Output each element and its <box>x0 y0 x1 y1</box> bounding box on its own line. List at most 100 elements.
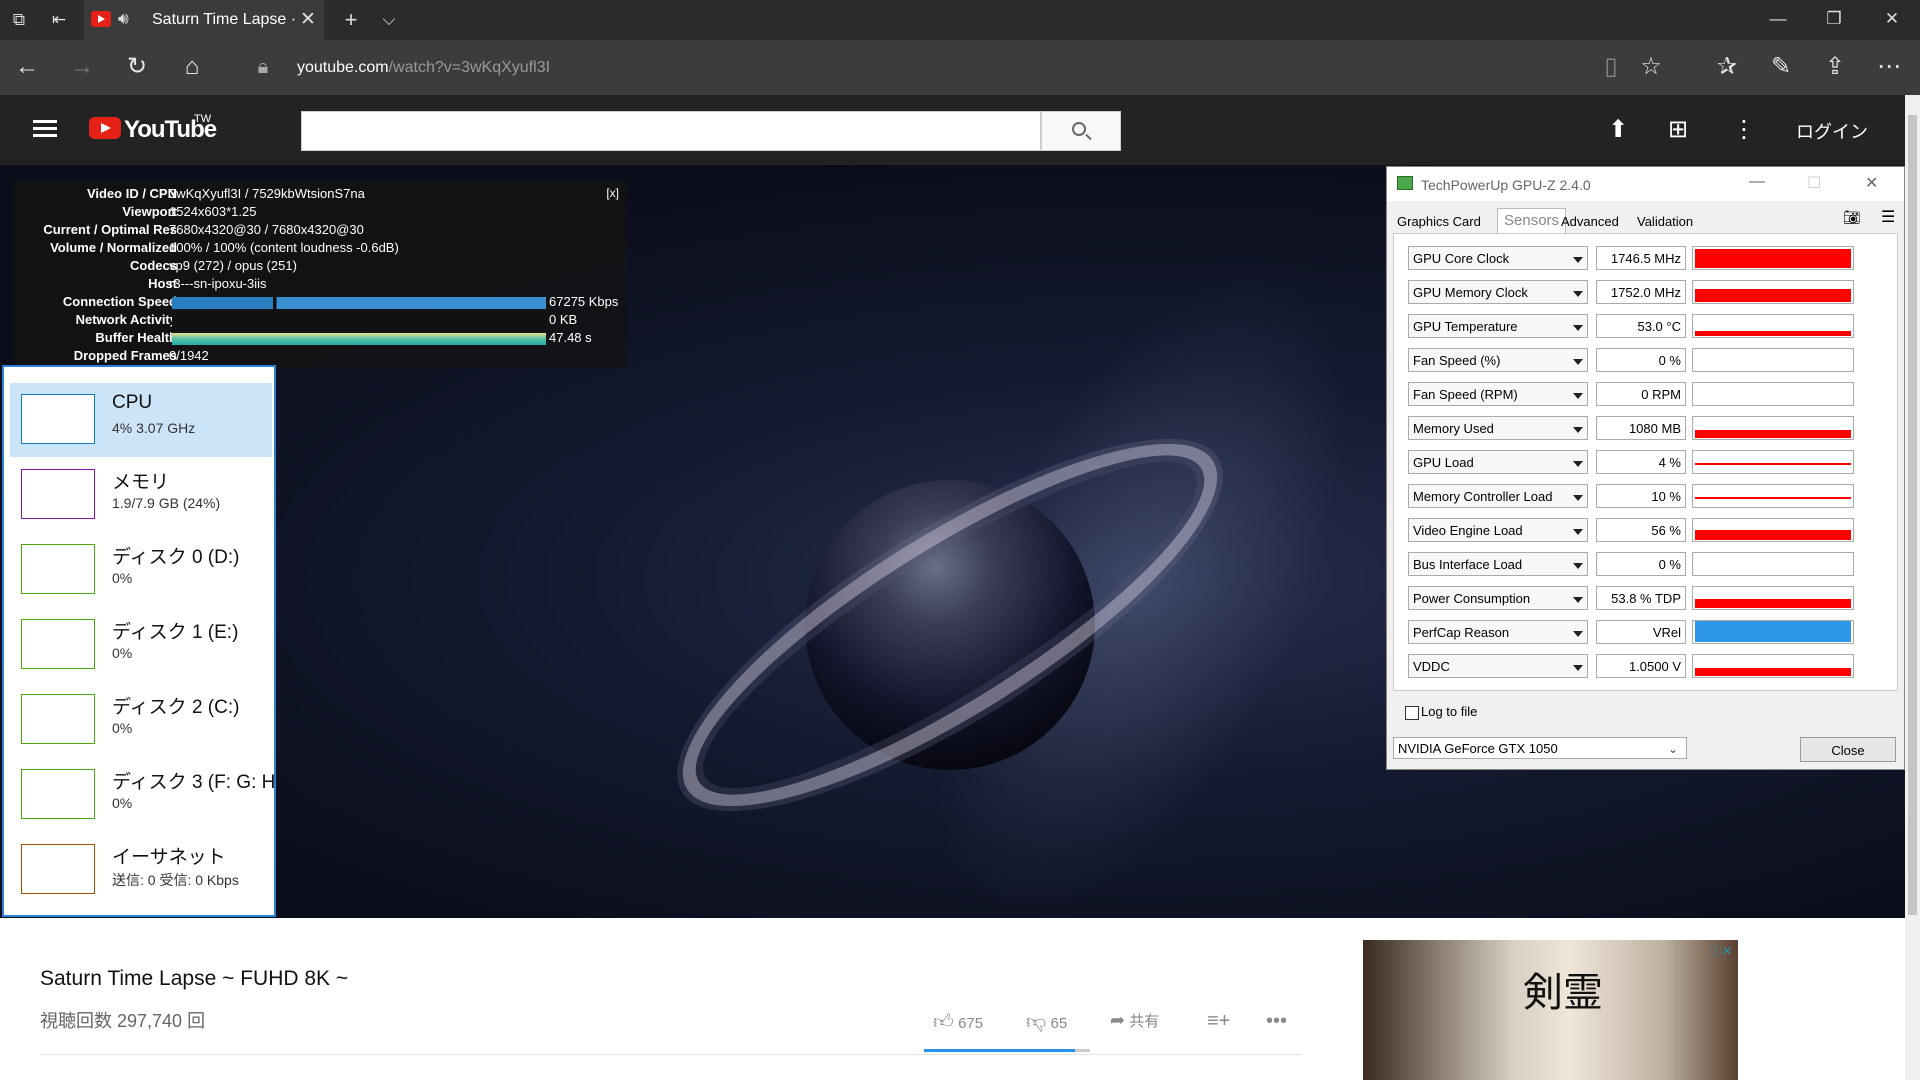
log-to-file-checkbox[interactable]: Log to file <box>1405 704 1477 720</box>
sensor-name-dropdown[interactable]: GPU Memory Clock <box>1408 280 1588 304</box>
minimize-icon[interactable]: — <box>1766 9 1790 29</box>
stats-value: 47.48 s <box>549 330 592 345</box>
apps-grid-icon[interactable]: ⊞ <box>1668 115 1688 144</box>
gpuz-app-icon <box>1397 176 1413 190</box>
stats-key: Current / Optimal Res <box>43 222 177 237</box>
sensor-value: 56 % <box>1596 518 1686 542</box>
video-title: Saturn Time Lapse ~ FUHD 8K ~ <box>40 967 349 990</box>
new-tab-icon[interactable]: + <box>340 9 362 31</box>
share-icon[interactable]: ⇪ <box>1820 52 1850 82</box>
sensor-name-dropdown[interactable]: Fan Speed (RPM) <box>1408 382 1588 406</box>
settings-kebab-icon[interactable]: ⋮ <box>1732 115 1756 144</box>
sensor-row: VDDC 1.0500 V <box>1408 654 1878 680</box>
back-arrow-icon[interactable]: ← <box>12 52 42 82</box>
gpu-selector[interactable]: NVIDIA GeForce GTX 1050 ⌄ <box>1393 737 1687 759</box>
sensor-name-dropdown[interactable]: Memory Used <box>1408 416 1588 440</box>
browser-nav-bar: ← → ↻ ⌂ 🔒︎ youtube.com/watch?v=3wKqXyufl… <box>0 40 1920 95</box>
perf-item-name: イーサネット <box>112 847 226 868</box>
restore-icon[interactable]: ❐ <box>1822 9 1846 29</box>
address-bar[interactable]: youtube.com/watch?v=3wKqXyufl3I <box>297 59 550 77</box>
sensor-name-dropdown[interactable]: VDDC <box>1408 654 1588 678</box>
sensor-row: Video Engine Load 56 % <box>1408 518 1878 544</box>
login-button[interactable]: ログイン <box>1796 118 1868 144</box>
perf-list-item[interactable]: ディスク 0 (D:) 0% <box>10 533 272 607</box>
sensor-name-dropdown[interactable]: Power Consumption <box>1408 586 1588 610</box>
dropdown-arrow-icon <box>1573 529 1583 535</box>
perf-list-item[interactable]: ディスク 3 (F: G: H:) 0% <box>10 758 287 832</box>
gpuz-menu-icon[interactable]: ☰ <box>1881 207 1895 227</box>
gpuz-close-button[interactable]: Close <box>1800 737 1896 762</box>
dropdown-arrow-icon <box>1573 325 1583 331</box>
sensor-name-dropdown[interactable]: GPU Temperature <box>1408 314 1588 338</box>
forward-arrow-icon[interactable]: → <box>67 52 97 82</box>
sensor-name: GPU Memory Clock <box>1413 285 1528 300</box>
sensor-name: GPU Temperature <box>1413 319 1518 334</box>
ad-choices-icon[interactable]: ⓘ✕ <box>1710 942 1732 959</box>
window-close-icon[interactable]: ✕ <box>1880 9 1904 29</box>
page-scrollbar[interactable] <box>1905 95 1920 1080</box>
sensor-graph-fill <box>1695 463 1851 465</box>
perf-list-item[interactable]: ディスク 2 (C:) 0% <box>10 683 272 757</box>
reading-view-icon[interactable]: ▯ <box>1596 52 1626 82</box>
sensor-graph <box>1692 518 1854 542</box>
gpuz-close-icon[interactable]: ✕ <box>1865 173 1878 193</box>
favorite-star-icon[interactable]: ☆ <box>1636 52 1666 82</box>
perf-list-item[interactable]: CPU 4% 3.07 GHz <box>10 383 272 457</box>
perf-item-name: メモリ <box>112 472 170 493</box>
checkbox-box[interactable] <box>1405 705 1419 720</box>
hamburger-menu-icon[interactable] <box>33 120 57 138</box>
stats-value: 7680x4320@30 / 7680x4320@30 <box>169 222 364 237</box>
sensor-value: 1.0500 V <box>1596 654 1686 678</box>
stats-value: 3wKqXyufl3I / 7529kbWtsionS7na <box>169 186 365 201</box>
add-to-playlist-icon[interactable]: ≡+ <box>1207 1010 1230 1033</box>
gpuz-maximize-icon[interactable]: ☐ <box>1807 173 1821 193</box>
sensor-name-dropdown[interactable]: GPU Load <box>1408 450 1588 474</box>
favorites-list-icon[interactable]: ✰ <box>1712 52 1742 82</box>
stats-row: Viewport 1524x603*1.25 <box>14 204 627 221</box>
dropdown-arrow-icon <box>1573 291 1583 297</box>
search-input[interactable] <box>301 111 1041 151</box>
sensor-name-dropdown[interactable]: PerfCap Reason <box>1408 620 1588 644</box>
upload-icon[interactable]: ⬆ <box>1608 115 1628 144</box>
tab-advanced[interactable]: Advanced <box>1555 211 1625 233</box>
tab-graphics-card[interactable]: Graphics Card <box>1391 211 1487 233</box>
like-ratio-fill <box>924 1049 1076 1052</box>
refresh-icon[interactable]: ↻ <box>122 52 152 82</box>
browser-title-bar: ⧉ ⇤ 🔊︎ Saturn Time Lapse · ✕ + ⌵ — ❐ ✕ <box>0 0 1920 40</box>
youtube-favicon-icon <box>91 11 111 27</box>
perf-list-item[interactable]: メモリ 1.9/7.9 GB (24%) <box>10 458 272 532</box>
advertisement[interactable]: 剣霊 ⓘ✕ <box>1363 940 1738 1080</box>
perf-list-item[interactable]: ディスク 1 (E:) 0% <box>10 608 272 682</box>
web-note-pen-icon[interactable]: ✎ <box>1766 52 1796 82</box>
browser-tab[interactable]: 🔊︎ Saturn Time Lapse · ✕ <box>84 0 324 40</box>
stats-key: Connection Speed <box>62 294 177 309</box>
scrollbar-thumb[interactable] <box>1908 115 1917 915</box>
more-actions-icon[interactable]: ••• <box>1266 1010 1287 1033</box>
gpuz-screenshot-icon[interactable]: 📷︎ <box>1843 209 1861 226</box>
tab-close-icon[interactable]: ✕ <box>300 8 316 31</box>
tab-preview-chevron-icon[interactable]: ⌵ <box>378 9 400 31</box>
sensor-name: Video Engine Load <box>1413 523 1523 538</box>
stats-row: Buffer Health 47.48 s <box>14 330 627 347</box>
gpuz-minimize-icon[interactable]: — <box>1749 173 1765 191</box>
share-button[interactable]: ➦ 共有 <box>1110 1010 1159 1031</box>
speaker-icon[interactable]: 🔊︎ <box>118 9 129 29</box>
youtube-logo-icon[interactable] <box>89 117 121 139</box>
perf-item-detail: 1.9/7.9 GB (24%) <box>112 495 221 511</box>
sensor-name-dropdown[interactable]: GPU Core Clock <box>1408 246 1588 270</box>
search-button[interactable] <box>1041 111 1121 151</box>
dislike-button[interactable]: 👎︎ 65 <box>1026 1010 1067 1034</box>
more-menu-icon[interactable]: ⋯ <box>1874 52 1904 82</box>
tab-validation[interactable]: Validation <box>1631 211 1699 233</box>
sensor-name-dropdown[interactable]: Fan Speed (%) <box>1408 348 1588 372</box>
stats-graph <box>172 297 546 309</box>
sensor-name-dropdown[interactable]: Bus Interface Load <box>1408 552 1588 576</box>
sensor-name-dropdown[interactable]: Memory Controller Load <box>1408 484 1588 508</box>
like-button[interactable]: 👍︎ 675 <box>933 1010 983 1034</box>
home-icon[interactable]: ⌂ <box>177 52 207 82</box>
sensor-name-dropdown[interactable]: Video Engine Load <box>1408 518 1588 542</box>
perf-list-item[interactable]: イーサネット 送信: 0 受信: 0 Kbps <box>10 833 272 907</box>
sensor-row: GPU Load 4 % <box>1408 450 1878 476</box>
tab-list-icon[interactable]: ⧉ <box>8 9 30 31</box>
set-aside-tabs-icon[interactable]: ⇤ <box>48 9 70 31</box>
